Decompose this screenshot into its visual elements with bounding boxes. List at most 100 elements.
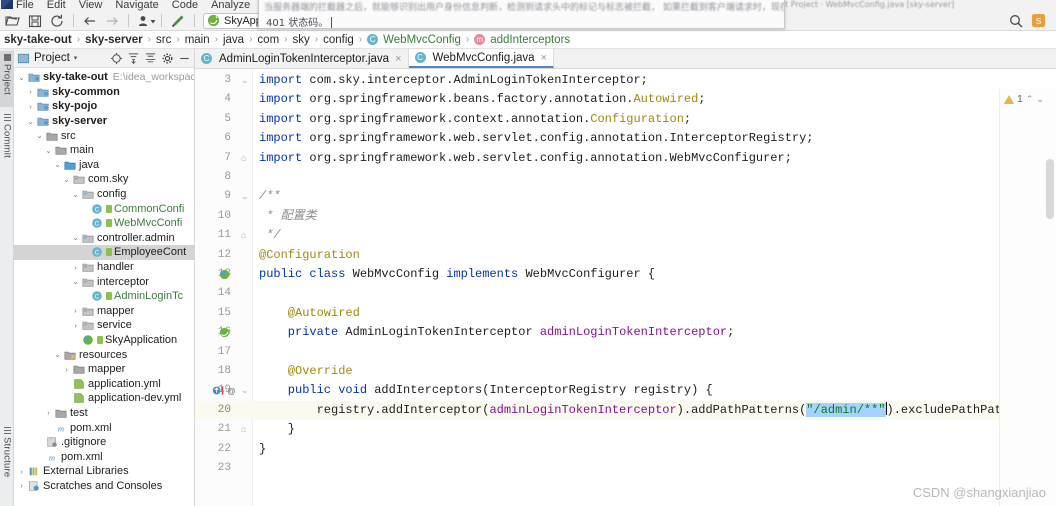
menu-navigate[interactable]: Navigate	[115, 0, 158, 11]
tree-item-sky-take-out[interactable]: ⌄ sky-take-out E:\idea_workspace_wh\w	[14, 70, 194, 85]
locate-icon[interactable]	[110, 52, 123, 65]
collapse-arrow-icon[interactable]: ›	[25, 102, 36, 111]
breadcrumb-item-2[interactable]: src	[156, 34, 171, 46]
tree-item-external-libraries[interactable]: › External Libraries	[14, 464, 194, 479]
avatar[interactable]: S	[1031, 13, 1047, 29]
tree-item-src[interactable]: ⌄ src	[14, 128, 194, 143]
menu-edit[interactable]: Edit	[47, 0, 66, 11]
spring-bean-icon[interactable]	[218, 268, 232, 282]
sync-refresh-icon[interactable]	[49, 13, 65, 29]
vtab-commit[interactable]: Commit	[0, 111, 14, 167]
code-fold-handle[interactable]: ⌄	[241, 386, 250, 395]
expand-arrow-icon[interactable]: ⌄	[52, 160, 63, 169]
code-content[interactable]: import com.sky.interceptor.AdminLoginTok…	[253, 69, 1056, 506]
tree-item-controller-admin[interactable]: ⌄ controller.admin	[14, 231, 194, 246]
tree-item-skyapplication[interactable]: SkyApplication	[14, 333, 194, 348]
tree-item-service[interactable]: › service	[14, 318, 194, 333]
breadcrumb-item-5[interactable]: com	[257, 34, 279, 46]
tree-item-sky-server[interactable]: ⌄ sky-server	[14, 114, 194, 129]
tree-item-test[interactable]: › test	[14, 406, 194, 421]
expand-arrow-icon[interactable]: ⌄	[52, 350, 63, 359]
breadcrumb-item-6[interactable]: sky	[293, 34, 310, 46]
breadcrumb-item-4[interactable]: java	[223, 34, 244, 46]
tree-item-config[interactable]: ⌄ config	[14, 187, 194, 202]
override-method-icon[interactable]: @	[212, 384, 236, 398]
tree-item-java[interactable]: ⌄ java	[14, 158, 194, 173]
save-all-icon[interactable]	[27, 13, 43, 29]
tree-item-main[interactable]: ⌄ main	[14, 143, 194, 158]
search-icon[interactable]	[1008, 13, 1024, 29]
tree-item-mapper[interactable]: › mapper	[14, 362, 194, 377]
menu-analyze[interactable]: Analyze	[211, 0, 250, 11]
chevron-down-icon[interactable]: ▾	[74, 54, 78, 62]
tree-item-interceptor[interactable]: ⌄ interceptor	[14, 274, 194, 289]
editor-tab-admin-login-token-interceptor[interactable]: C AdminLoginTokenInterceptor.java ×	[195, 49, 409, 68]
vtab-structure[interactable]: Structure	[0, 424, 14, 496]
back-arrow-icon[interactable]	[82, 13, 98, 29]
expand-arrow-icon[interactable]: ⌄	[70, 190, 81, 199]
collapse-arrow-icon[interactable]: ›	[25, 87, 36, 96]
tree-item-webmvcconfi[interactable]: C WebMvcConfi	[14, 216, 194, 231]
tree-item-pom-xml[interactable]: m pom.xml	[14, 420, 194, 435]
code-fold-handle[interactable]: ⌂	[241, 153, 250, 163]
tree-item-handler[interactable]: › handler	[14, 260, 194, 275]
breadcrumb-item-7[interactable]: config	[323, 34, 354, 46]
vtab-project[interactable]: Project	[0, 51, 14, 107]
collapse-arrow-icon[interactable]: ›	[61, 365, 72, 374]
expand-arrow-icon[interactable]: ⌄	[61, 175, 72, 184]
breadcrumb-item-9[interactable]: addInterceptors	[490, 34, 570, 46]
tree-item-application-dev-yml[interactable]: application-dev.yml	[14, 391, 194, 406]
inspection-header[interactable]: 1 ⌃ ⌄	[1000, 89, 1056, 105]
close-icon[interactable]: ×	[541, 52, 547, 64]
tree-item-adminlogintc[interactable]: C AdminLoginTc	[14, 289, 194, 304]
collapse-arrow-icon[interactable]: ›	[16, 467, 27, 476]
expand-arrow-icon[interactable]: ⌄	[34, 131, 45, 140]
tree-item-employeecont[interactable]: C EmployeeCont	[14, 245, 194, 260]
collapse-arrow-icon[interactable]: ›	[70, 263, 81, 272]
tree-item-mapper[interactable]: › mapper	[14, 304, 194, 319]
tree-item-pom-xml[interactable]: m pom.xml	[14, 449, 194, 464]
tree-item-commonconfi[interactable]: C CommonConfi	[14, 201, 194, 216]
tree-item--gitignore[interactable]: .gitignore	[14, 435, 194, 450]
breadcrumb-item-8[interactable]: WebMvcConfig	[383, 34, 461, 46]
chevron-up-icon[interactable]: ⌃	[1026, 94, 1034, 105]
code-fold-handle[interactable]: ⌄	[241, 192, 250, 201]
hide-window-icon[interactable]	[178, 52, 191, 65]
expand-arrow-icon[interactable]: ⌄	[70, 277, 81, 286]
code-fold-handle[interactable]: ⌂	[241, 231, 250, 240]
tree-item-resources[interactable]: ⌄ resources	[14, 347, 194, 362]
editor-tab-webmvcconfig[interactable]: C WebMvcConfig.java ×	[408, 49, 554, 68]
expand-arrow-icon[interactable]: ⌄	[25, 117, 36, 126]
menu-code[interactable]: Code	[172, 0, 198, 11]
floating-note-overlay[interactable]: 当服务器端的拦截器之后，就能够识别出用户身份信息判断，检测到请求头中的标记与标志…	[258, 0, 785, 29]
tree-item-scratches-and-consoles[interactable]: › Scratches and Consoles	[14, 479, 194, 494]
chevron-down-icon[interactable]: ⌄	[1036, 94, 1044, 105]
tree-item-com-sky[interactable]: ⌄ com.sky	[14, 172, 194, 187]
breadcrumb-item-3[interactable]: main	[185, 34, 210, 46]
breadcrumb-item-0[interactable]: sky-take-out	[4, 34, 72, 46]
spring-autowired-icon[interactable]	[218, 326, 232, 340]
close-icon[interactable]: ×	[395, 53, 401, 65]
expand-arrow-icon[interactable]: ⌄	[16, 73, 27, 82]
code-fold-handle[interactable]: ⌂	[241, 425, 250, 434]
breadcrumb-item-1[interactable]: sky-server	[85, 34, 143, 46]
expand-arrow-icon[interactable]: ⌄	[43, 146, 54, 155]
tree-item-sky-common[interactable]: › sky-common	[14, 85, 194, 100]
collapse-arrow-icon[interactable]: ›	[16, 481, 27, 490]
open-folder-icon[interactable]	[5, 13, 21, 29]
collapse-arrow-icon[interactable]: ›	[70, 321, 81, 330]
forward-arrow-icon[interactable]	[104, 13, 120, 29]
collapse-arrow-icon[interactable]: ›	[43, 408, 54, 417]
editor-scrollbar-thumb[interactable]	[1046, 159, 1054, 219]
expand-all-icon[interactable]	[127, 52, 140, 65]
collapse-all-icon[interactable]	[144, 52, 157, 65]
build-hammer-icon[interactable]	[170, 13, 186, 29]
tree-item-sky-pojo[interactable]: › sky-pojo	[14, 99, 194, 114]
expand-arrow-icon[interactable]: ⌄	[70, 233, 81, 242]
collapse-arrow-icon[interactable]: ›	[70, 306, 81, 315]
menu-view[interactable]: View	[79, 0, 103, 11]
tree-item-application-yml[interactable]: application.yml	[14, 376, 194, 391]
menu-file[interactable]: File	[16, 0, 34, 11]
code-fold-handle[interactable]: ⌄	[241, 76, 250, 85]
settings-gear-icon[interactable]	[161, 52, 174, 65]
